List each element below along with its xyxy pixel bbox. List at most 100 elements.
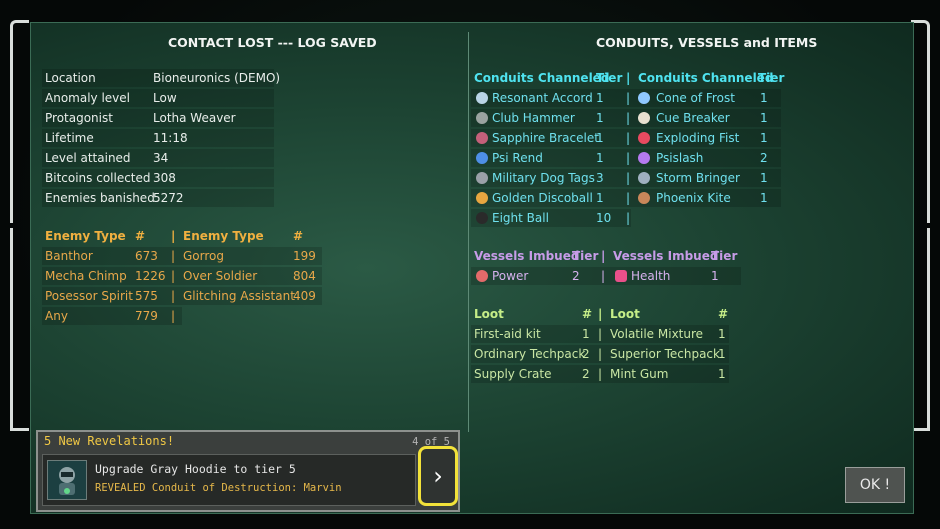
conduit-tier: 1 <box>760 171 768 185</box>
vessel-name: Power <box>492 269 529 283</box>
separator: | <box>626 151 631 165</box>
next-revelation-button[interactable]: › <box>418 446 458 506</box>
separator: | <box>171 289 176 303</box>
enemy-count: 409 <box>293 289 316 303</box>
revelations-header: 5 New Revelations! <box>44 434 175 448</box>
enemy-type-header: Enemy Type <box>45 229 126 243</box>
vessel-tier: 2 <box>572 269 580 283</box>
sapphire-bracelet-icon <box>476 132 488 144</box>
stat-label: Level attained <box>45 151 131 165</box>
separator: | <box>171 309 176 323</box>
separator: | <box>171 269 176 283</box>
stat-value: 11:18 <box>153 131 188 145</box>
enemy-count-header: # <box>135 229 146 243</box>
phoenix-kite-icon <box>638 192 650 204</box>
ok-button[interactable]: OK ! <box>845 467 905 503</box>
stat-label: Protagonist <box>45 111 113 125</box>
separator: | <box>598 307 603 321</box>
conduit-tier-header: Tier <box>758 71 785 85</box>
enemy-count-header: # <box>293 229 304 243</box>
loot-name: Ordinary Techpack <box>474 347 586 361</box>
stat-label: Bitcoins collected <box>45 171 151 185</box>
loot-count: 1 <box>718 347 726 361</box>
enemy-type-header: Enemy Type <box>183 229 264 243</box>
loot-count: 1 <box>718 327 726 341</box>
enemy-type: Gorrog <box>183 249 224 263</box>
cue-breaker-icon <box>638 112 650 124</box>
revelations-panel: 5 New Revelations! 4 of 5 Upgrade Gray H… <box>36 430 460 512</box>
game-screen: CONTACT LOST --- LOG SAVED Location Bione… <box>0 0 940 529</box>
resonant-accord-icon <box>476 92 488 104</box>
stat-value: 5272 <box>153 191 184 205</box>
psislash-icon <box>638 152 650 164</box>
enemy-count: 199 <box>293 249 316 263</box>
separator: | <box>626 191 631 205</box>
stat-label: Enemies banished <box>45 191 155 205</box>
separator: | <box>626 71 631 85</box>
enemy-type: Mecha Chimp <box>45 269 127 283</box>
loot-count-header: # <box>582 307 593 321</box>
conduit-tier: 3 <box>596 171 604 185</box>
conduit-name: Phoenix Kite <box>656 191 731 205</box>
separator: | <box>171 229 176 243</box>
vessel-name-header: Vessels Imbued <box>613 249 719 263</box>
character-portrait-icon <box>47 460 87 500</box>
conduit-name: Cone of Frost <box>656 91 735 105</box>
loot-count: 1 <box>582 327 590 341</box>
conduit-tier: 1 <box>596 111 604 125</box>
enemy-type: Banthor <box>45 249 93 263</box>
conduit-name: Club Hammer <box>492 111 575 125</box>
separator: | <box>598 327 603 341</box>
conduit-name-header: Conduits Channeled <box>474 71 610 85</box>
stat-label: Location <box>45 71 96 85</box>
stat-label: Lifetime <box>45 131 94 145</box>
conduit-name: Military Dog Tags <box>492 171 595 185</box>
separator: | <box>626 111 631 125</box>
conduit-name-header: Conduits Channeled <box>638 71 774 85</box>
stat-value: 34 <box>153 151 169 165</box>
loot-name-header: Loot <box>474 307 504 321</box>
loot-count: 2 <box>582 367 590 381</box>
separator: | <box>626 211 631 225</box>
stat-value: Lotha Weaver <box>153 111 236 125</box>
conduit-name: Psi Rend <box>492 151 543 165</box>
conduit-name: Resonant Accord <box>492 91 593 105</box>
vessel-tier-header: Tier <box>572 249 599 263</box>
enemy-type: Any <box>45 309 68 323</box>
left-title: CONTACT LOST --- LOG SAVED <box>168 35 377 50</box>
enemy-count: 673 <box>135 249 158 263</box>
power-icon <box>476 270 488 282</box>
separator: | <box>601 269 606 283</box>
vessel-tier: 1 <box>711 269 719 283</box>
conduit-name: Sapphire Bracelet <box>492 131 599 145</box>
revelation-title: Upgrade Gray Hoodie to tier 5 <box>95 462 296 476</box>
vessel-tier-header: Tier <box>711 249 738 263</box>
conduit-tier: 1 <box>596 151 604 165</box>
loot-name-header: Loot <box>610 307 640 321</box>
conduit-tier: 1 <box>596 191 604 205</box>
conduit-tier: 1 <box>760 91 768 105</box>
conduit-tier: 1 <box>760 191 768 205</box>
conduit-name: Golden Discoball <box>492 191 593 205</box>
revelation-card[interactable]: Upgrade Gray Hoodie to tier 5 REVEALED C… <box>42 454 416 506</box>
separator: | <box>626 91 631 105</box>
vessel-name-header: Vessels Imbued <box>474 249 580 263</box>
discoball-icon <box>476 192 488 204</box>
conduit-tier: 1 <box>596 91 604 105</box>
column-divider <box>468 32 469 432</box>
separator: | <box>598 367 603 381</box>
stat-value: Bioneuronics (DEMO) <box>153 71 281 85</box>
conduit-tier: 1 <box>596 131 604 145</box>
enemy-type: Over Soldier <box>183 269 258 283</box>
storm-bringer-icon <box>638 172 650 184</box>
enemy-count: 1226 <box>135 269 166 283</box>
conduit-tier-header: Tier <box>596 71 623 85</box>
conduit-name: Storm Bringer <box>656 171 740 185</box>
loot-name: Superior Techpack <box>610 347 720 361</box>
loot-name: Supply Crate <box>474 367 552 381</box>
enemy-type: Posessor Spirit <box>45 289 133 303</box>
conduit-tier: 1 <box>760 111 768 125</box>
right-title: CONDUITS, VESSELS and ITEMS <box>596 35 818 50</box>
enemy-count: 804 <box>293 269 316 283</box>
loot-count: 2 <box>582 347 590 361</box>
